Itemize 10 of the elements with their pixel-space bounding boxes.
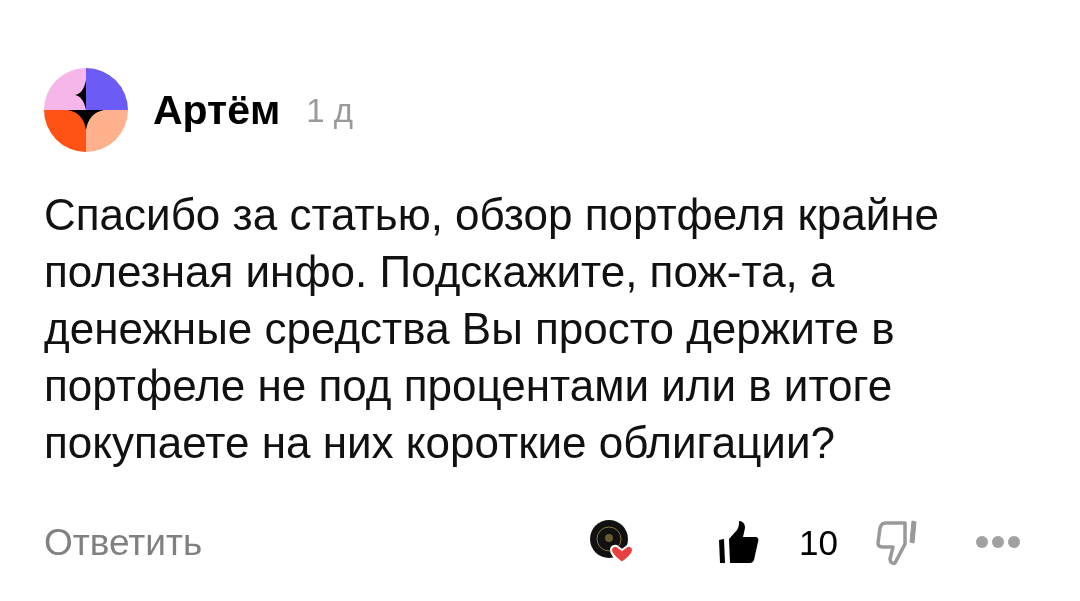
comment-time: 1 д — [306, 93, 354, 127]
more-options-icon[interactable] — [976, 536, 1020, 548]
like-count: 10 — [799, 524, 838, 560]
comment-text: Спасибо за статью, обзор портфеля крайне полезная инфо. Подскажите, пож-та, а денежные средства Вы просто держите в портфеле не под процентами или в итоге покупаете на них короткие облигации? — [44, 189, 941, 469]
reply-button[interactable]: Ответить — [44, 523, 203, 561]
thumbs-down-icon[interactable] — [876, 519, 918, 565]
avatar-icon — [44, 68, 128, 152]
reactor-avatar-heart-icon — [589, 519, 634, 565]
author-name[interactable]: Артём — [153, 89, 281, 131]
thumbs-up-icon[interactable] — [717, 520, 760, 564]
